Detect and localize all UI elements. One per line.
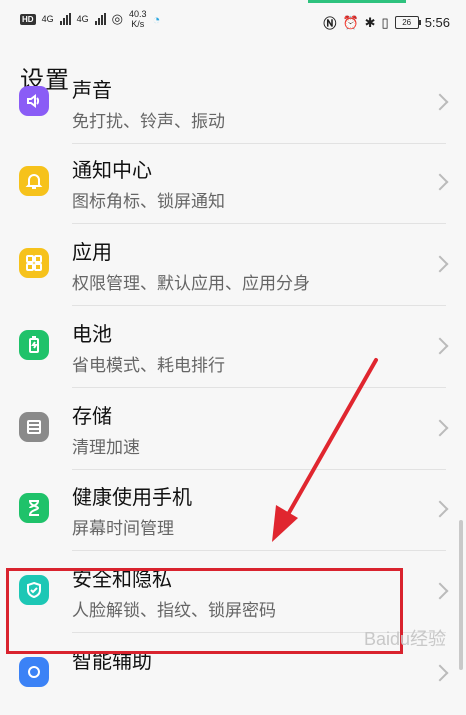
settings-item-title: 电池 [72, 322, 112, 346]
battery-level: 26 [394, 16, 421, 29]
apps-grid-icon [19, 248, 49, 278]
chevron-right-icon [431, 664, 449, 682]
alarm-icon: ⏰ [342, 14, 359, 30]
wifi-hotspot-icon: ◎ [111, 11, 123, 26]
settings-item[interactable]: 声音免打扰、铃声、振动 [0, 62, 466, 144]
signal-icon [59, 13, 71, 25]
settings-item[interactable]: 应用权限管理、默认应用、应用分身 [0, 224, 466, 306]
settings-item-title: 声音 [72, 78, 112, 102]
hd-badge: HD [20, 13, 36, 25]
settings-item-title: 应用 [72, 240, 112, 264]
settings-item-title: 健康使用手机 [72, 485, 192, 509]
app-notification-icon: ◔ [152, 11, 161, 27]
settings-item-title: 存储 [72, 404, 112, 428]
settings-item[interactable]: 健康使用手机屏幕时间管理 [0, 469, 466, 551]
network-type-1: 4G [41, 14, 54, 24]
storage-icon [19, 412, 49, 442]
assist-icon [19, 657, 49, 687]
chevron-right-icon [431, 255, 449, 273]
settings-item-title: 通知中心 [72, 158, 152, 182]
settings-item-subtitle: 图标角标、锁屏通知 [72, 192, 225, 212]
chevron-right-icon [431, 173, 449, 191]
battery-icon [19, 330, 49, 360]
clock: 5:56 [424, 15, 450, 30]
highlight-box [6, 568, 403, 654]
settings-item-subtitle: 权限管理、默认应用、应用分身 [72, 274, 310, 294]
chevron-right-icon [431, 419, 449, 437]
status-accent-strip [308, 0, 406, 3]
chevron-right-icon [431, 582, 449, 600]
status-bar: HD 4G 4G ◎ 40.3 K/s ◔ Ⓝ ⏰ ✱ ▯ 26 5:56 [0, 0, 466, 44]
scrollbar[interactable] [459, 520, 463, 670]
settings-item[interactable]: 存储 清理加速 [0, 388, 466, 470]
network-type-2: 4G [76, 14, 89, 24]
settings-item-subtitle: 免打扰、铃声、振动 [72, 112, 225, 132]
settings-item[interactable]: 通知中心图标角标、锁屏通知 [0, 142, 466, 224]
settings-item-subtitle: 清理加速 [72, 438, 140, 458]
settings-item[interactable]: 电池省电模式、耗电排行 [0, 306, 466, 388]
bluetooth-icon: ✱ [364, 14, 376, 30]
settings-item-subtitle: 省电模式、耗电排行 [72, 356, 225, 376]
settings-item-subtitle: 屏幕时间管理 [72, 519, 174, 539]
hourglass-icon [19, 493, 49, 523]
chevron-right-icon [431, 500, 449, 518]
chevron-right-icon [431, 93, 449, 111]
bell-icon [19, 166, 49, 196]
net-speed: 40.3 K/s [128, 9, 147, 29]
vibrate-icon: ▯ [381, 14, 389, 30]
signal-icon [94, 13, 106, 25]
chevron-right-icon [431, 337, 449, 355]
nfc-icon: Ⓝ [323, 16, 337, 31]
speaker-icon [19, 86, 49, 116]
watermark-text: Baidu经验 [363, 629, 446, 649]
